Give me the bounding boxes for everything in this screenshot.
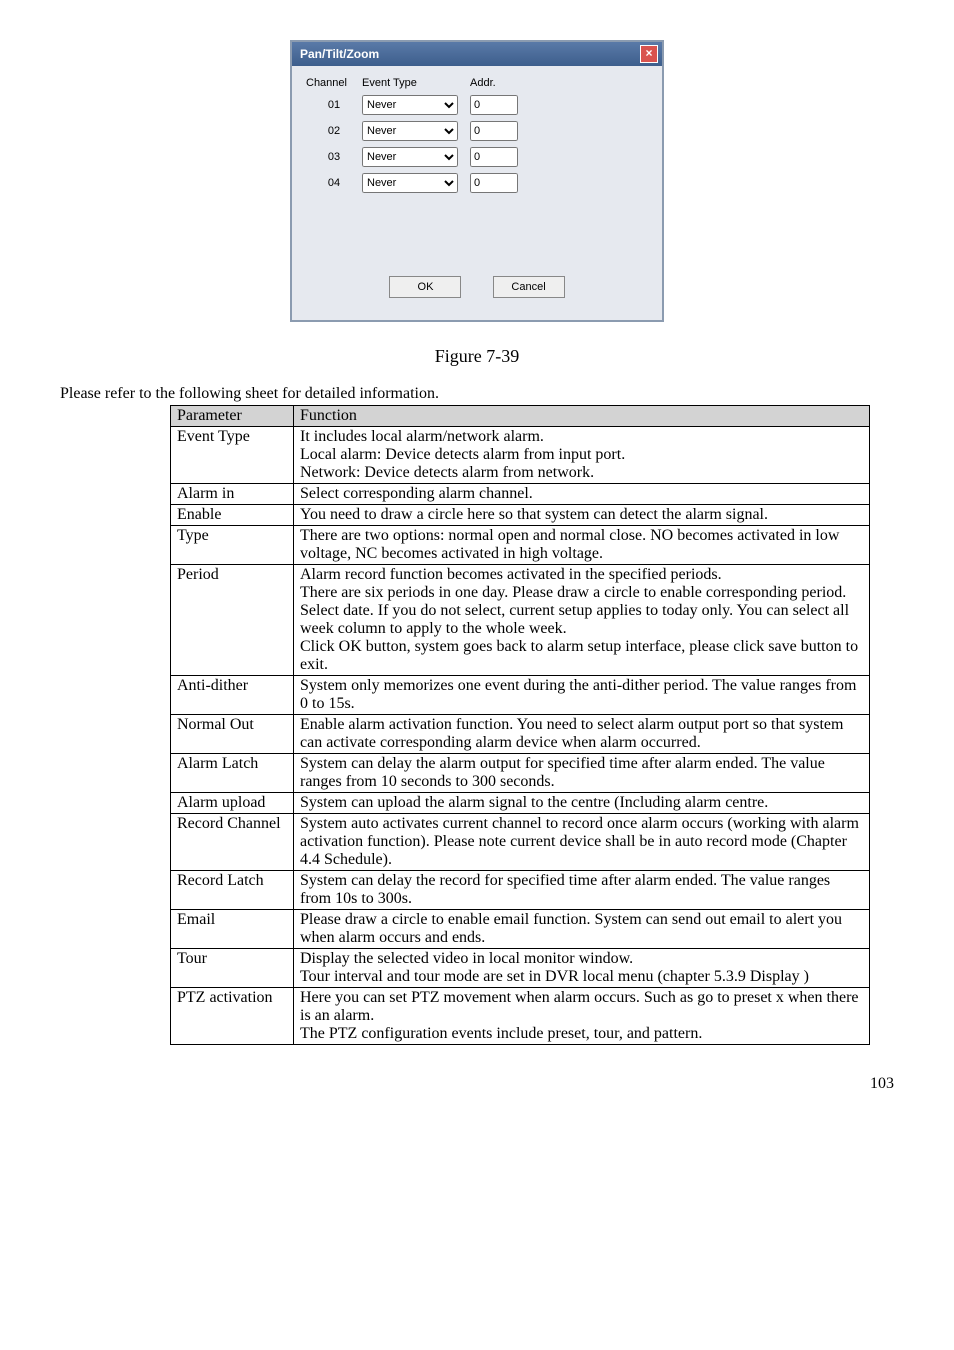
table-row: Record ChannelSystem auto activates curr… <box>171 814 870 871</box>
addr-input[interactable] <box>470 173 518 193</box>
param-cell: Alarm in <box>171 484 294 505</box>
func-cell: System only memorizes one event during t… <box>294 676 870 715</box>
dialog-buttons: OK Cancel <box>306 266 648 312</box>
func-cell: Enable alarm activation function. You ne… <box>294 715 870 754</box>
addr-input[interactable] <box>470 147 518 167</box>
dialog-column-headers: Channel Event Type Addr. <box>306 74 648 92</box>
func-cell: Display the selected video in local moni… <box>294 949 870 988</box>
param-cell: Period <box>171 565 294 676</box>
func-cell: Please draw a circle to enable email fun… <box>294 910 870 949</box>
header-parameter: Parameter <box>171 406 294 427</box>
param-cell: Email <box>171 910 294 949</box>
dialog-title: Pan/Tilt/Zoom <box>300 47 379 61</box>
table-row: Alarm LatchSystem can delay the alarm ou… <box>171 754 870 793</box>
table-row: TourDisplay the selected video in local … <box>171 949 870 988</box>
close-icon[interactable]: × <box>640 45 658 63</box>
param-cell: Record Latch <box>171 871 294 910</box>
table-row: EmailPlease draw a circle to enable emai… <box>171 910 870 949</box>
table-row: PeriodAlarm record function becomes acti… <box>171 565 870 676</box>
func-cell: Alarm record function becomes activated … <box>294 565 870 676</box>
table-header-row: Parameter Function <box>171 406 870 427</box>
table-row: Anti-ditherSystem only memorizes one eve… <box>171 676 870 715</box>
func-cell: Select corresponding alarm channel. <box>294 484 870 505</box>
header-channel: Channel <box>306 77 362 89</box>
channel-label: 01 <box>306 99 362 111</box>
func-cell: System can upload the alarm signal to th… <box>294 793 870 814</box>
param-cell: Tour <box>171 949 294 988</box>
event-type-select[interactable]: Never <box>362 95 458 115</box>
func-cell: System auto activates current channel to… <box>294 814 870 871</box>
dialog-titlebar: Pan/Tilt/Zoom × <box>292 42 662 66</box>
table-row: Event TypeIt includes local alarm/networ… <box>171 427 870 484</box>
param-cell: Enable <box>171 505 294 526</box>
intro-text: Please refer to the following sheet for … <box>60 385 894 403</box>
channel-label: 02 <box>306 125 362 137</box>
dialog-row: 02 Never <box>306 118 648 144</box>
dialog-row: 04 Never <box>306 170 648 196</box>
header-function: Function <box>294 406 870 427</box>
cancel-button[interactable]: Cancel <box>493 276 565 298</box>
event-type-select[interactable]: Never <box>362 173 458 193</box>
func-cell: Here you can set PTZ movement when alarm… <box>294 988 870 1045</box>
param-cell: Normal Out <box>171 715 294 754</box>
func-cell: There are two options: normal open and n… <box>294 526 870 565</box>
param-cell: Type <box>171 526 294 565</box>
table-row: Alarm inSelect corresponding alarm chann… <box>171 484 870 505</box>
table-row: Record LatchSystem can delay the record … <box>171 871 870 910</box>
figure-caption: Figure 7-39 <box>60 346 894 367</box>
ok-button[interactable]: OK <box>389 276 461 298</box>
param-cell: Alarm Latch <box>171 754 294 793</box>
func-cell: It includes local alarm/network alarm.Lo… <box>294 427 870 484</box>
addr-input[interactable] <box>470 95 518 115</box>
table-row: PTZ activationHere you can set PTZ movem… <box>171 988 870 1045</box>
event-type-select[interactable]: Never <box>362 147 458 167</box>
header-addr: Addr. <box>462 77 520 89</box>
ptz-dialog: Pan/Tilt/Zoom × Channel Event Type Addr.… <box>290 40 664 322</box>
event-type-select[interactable]: Never <box>362 121 458 141</box>
param-cell: PTZ activation <box>171 988 294 1045</box>
page-number: 103 <box>60 1045 894 1093</box>
table-row: Alarm uploadSystem can upload the alarm … <box>171 793 870 814</box>
parameter-table: Parameter Function Event TypeIt includes… <box>170 405 870 1045</box>
func-cell: System can delay the alarm output for sp… <box>294 754 870 793</box>
header-event-type: Event Type <box>362 77 462 89</box>
dialog-row: 03 Never <box>306 144 648 170</box>
func-cell: You need to draw a circle here so that s… <box>294 505 870 526</box>
channel-label: 03 <box>306 151 362 163</box>
param-cell: Event Type <box>171 427 294 484</box>
addr-input[interactable] <box>470 121 518 141</box>
table-row: EnableYou need to draw a circle here so … <box>171 505 870 526</box>
dialog-row: 01 Never <box>306 92 648 118</box>
param-cell: Anti-dither <box>171 676 294 715</box>
table-row: Normal OutEnable alarm activation functi… <box>171 715 870 754</box>
dialog-body: Channel Event Type Addr. 01 Never 02 <box>292 66 662 320</box>
param-cell: Alarm upload <box>171 793 294 814</box>
func-cell: System can delay the record for specifie… <box>294 871 870 910</box>
table-row: TypeThere are two options: normal open a… <box>171 526 870 565</box>
channel-label: 04 <box>306 177 362 189</box>
param-cell: Record Channel <box>171 814 294 871</box>
